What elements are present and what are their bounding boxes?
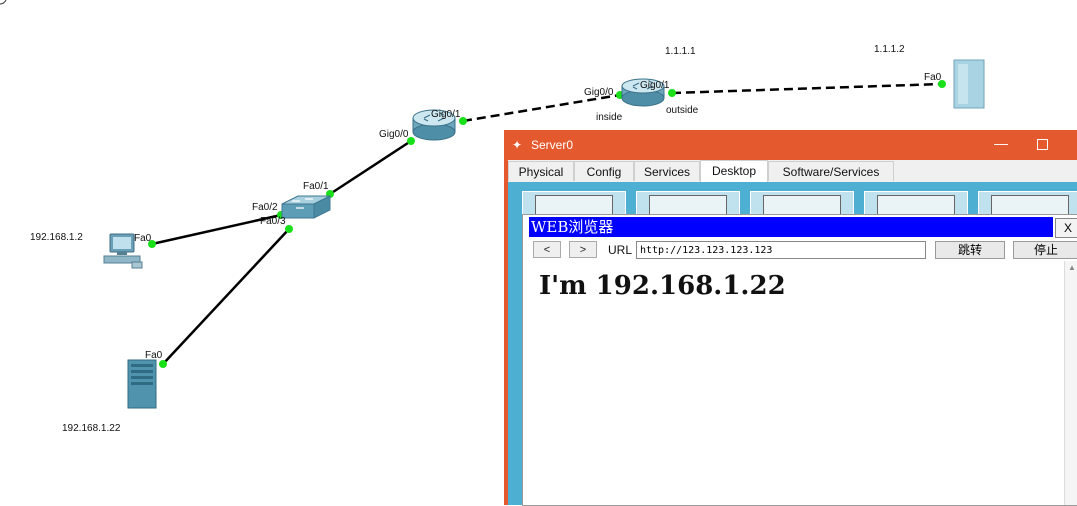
link-router2-remote (671, 82, 943, 95)
port-label: Gig0/1 (640, 80, 670, 91)
link-switch-router1 (329, 139, 412, 196)
tab-desktop[interactable]: Desktop (700, 160, 768, 182)
port-label: Fa0/1 (303, 181, 329, 192)
web-browser-panel: WEB浏览器 X < > URL http://123.123.123.123 … (522, 214, 1077, 506)
minimize-button[interactable]: — (994, 135, 1008, 151)
server-icon[interactable] (127, 359, 157, 409)
packet-tracer-icon: ✦ (512, 138, 523, 152)
port-dot (159, 360, 167, 368)
forward-button[interactable]: > (569, 241, 597, 258)
maximize-button[interactable] (1037, 139, 1048, 150)
window-title: Server0 (531, 138, 574, 152)
interface-role-label: inside (596, 112, 623, 123)
port-label: Gig0/0 (584, 87, 614, 98)
port-label: Gig0/1 (431, 109, 461, 120)
window-tabs: Physical Config Services Desktop Softwar… (508, 160, 1077, 182)
port-label: Fa0 (924, 72, 942, 83)
scroll-up-icon[interactable]: ▲ (1068, 263, 1076, 272)
url-label: URL (608, 243, 633, 257)
remote-server-icon[interactable] (953, 59, 985, 109)
link-server-switch (162, 228, 290, 365)
tab-services[interactable]: Services (634, 161, 700, 181)
port-label: Fa0 (134, 233, 152, 244)
browser-close-button[interactable]: X (1055, 218, 1077, 238)
window-titlebar[interactable]: ✦ Server0 — (504, 130, 1077, 159)
router-ip-label: 1.1.1.1 (665, 46, 696, 57)
tab-config[interactable]: Config (574, 161, 634, 181)
tab-software-services[interactable]: Software/Services (768, 161, 894, 181)
port-label: Fa0/2 (252, 202, 278, 213)
back-button[interactable]: < (533, 241, 561, 258)
interface-role-label: outside (666, 105, 699, 116)
pc-ip-label: 192.168.1.2 (30, 232, 83, 243)
port-label: Fa0/3 (260, 216, 286, 227)
stop-button[interactable]: 停止 (1013, 241, 1077, 259)
go-button[interactable]: 跳转 (935, 241, 1005, 259)
corner-mark (0, 0, 7, 5)
port-dot (285, 225, 293, 233)
tab-physical[interactable]: Physical (508, 161, 574, 181)
switch-icon[interactable] (281, 195, 331, 219)
browser-title: WEB浏览器 (529, 217, 1053, 237)
server-ip-label: 192.168.1.22 (62, 423, 121, 434)
remote-ip-label: 1.1.1.2 (874, 44, 905, 55)
page-content: I'm 192.168.1.22 (539, 271, 786, 301)
vertical-scrollbar[interactable]: ▲ (1064, 261, 1077, 505)
port-label: Fa0 (145, 350, 163, 361)
port-label: Gig0/0 (379, 129, 409, 140)
url-input[interactable]: http://123.123.123.123 (636, 241, 926, 259)
